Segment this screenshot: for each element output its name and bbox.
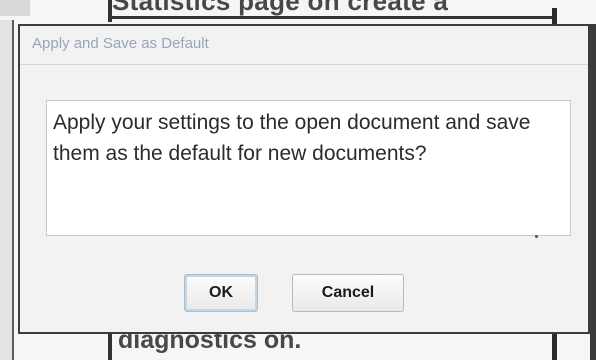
ok-button[interactable]: OK [184, 274, 258, 312]
message-panel: Apply your settings to the open document… [46, 100, 571, 238]
apply-save-default-dialog: Apply and Save as Default Apply your set… [18, 24, 590, 334]
cancel-button[interactable]: Cancel [292, 274, 404, 312]
background-document-text: Statistics page on create a [112, 0, 449, 16]
background-panel [0, 0, 30, 16]
background-divider [552, 332, 557, 360]
background-sidebar-edge [0, 20, 14, 360]
background-window-edge [590, 24, 596, 360]
title-separator [20, 64, 588, 65]
scroll-indicator [535, 235, 538, 238]
background-divider [108, 330, 112, 360]
screen: Statistics page on create a diagnostics … [0, 0, 596, 360]
dialog-title: Apply and Save as Default [32, 35, 209, 52]
dialog-message: Apply your settings to the open document… [53, 111, 531, 165]
